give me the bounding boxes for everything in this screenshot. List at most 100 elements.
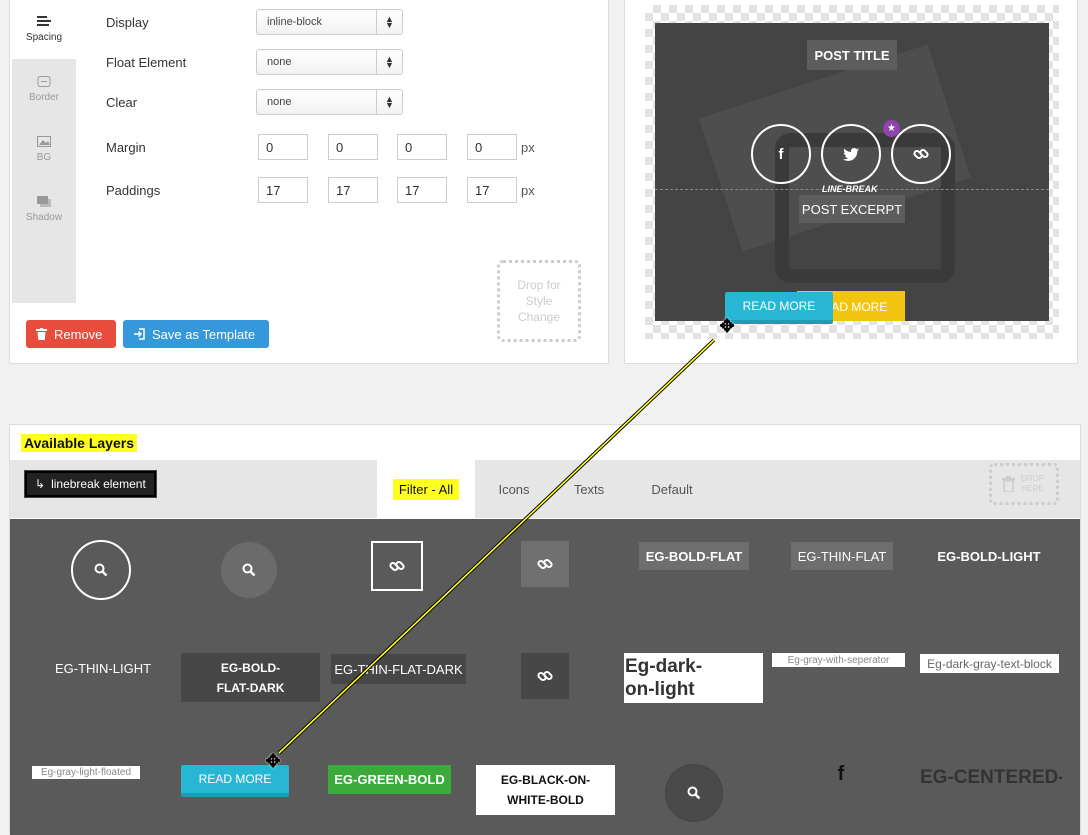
paddings-unit: px [521, 182, 535, 198]
margin-top-input[interactable]: 0 [258, 134, 308, 160]
layers-title: Available Layers [21, 434, 137, 452]
layer-facebook-icon[interactable]: f [828, 761, 854, 787]
clear-row: Clear none ▲ ▼ [106, 89, 403, 115]
display-select[interactable]: inline-block ▲ ▼ [256, 9, 403, 35]
side-tab-label: Shadow [25, 211, 63, 223]
display-row: Display inline-block ▲ ▼ [106, 9, 403, 35]
margin-left-input[interactable]: 0 [467, 134, 517, 160]
float-row: Float Element none ▲ ▼ [106, 49, 403, 75]
select-arrows-icon: ▲ ▼ [376, 10, 402, 34]
layer-search-circle-dark[interactable] [665, 764, 723, 822]
layer-eg-dark-on-light[interactable]: Eg-dark-on-light [624, 653, 763, 703]
drop-style-zone[interactable]: Drop for Style Change [497, 260, 581, 342]
side-tab-label: BG [36, 151, 52, 163]
tab-label: Icons [498, 481, 530, 497]
float-select[interactable]: none ▲ ▼ [256, 49, 403, 75]
layer-eg-thin-flat[interactable]: EG-THIN-FLAT [791, 542, 893, 570]
preview-post-excerpt[interactable]: POST EXCERPT [799, 195, 905, 223]
float-select-value: none [267, 56, 292, 68]
preview-panel: POST TITLE f ★ LINE-BREAK POST EXCERPT R… [624, 0, 1078, 364]
available-layers-panel: Available Layers ↳ linebreak element Fil… [9, 424, 1081, 835]
linebreak-element[interactable]: ↳ linebreak element [24, 470, 157, 498]
paddings-row: Paddings 17 17 17 17 px [106, 177, 535, 203]
image-icon [37, 135, 51, 147]
margin-row: Margin 0 0 0 0 px [106, 134, 535, 160]
margin-unit: px [521, 139, 535, 155]
margin-bottom-input[interactable]: 0 [397, 134, 447, 160]
layer-eg-dark-gray-text-block[interactable]: Eg-dark-gray-text-block [920, 654, 1059, 673]
save-as-template-button[interactable]: Save as Template [123, 320, 269, 348]
side-tab-spacing[interactable]: Spacing [12, 0, 76, 59]
twitter-icon[interactable] [821, 124, 881, 184]
move-cursor-icon: ✥ [719, 316, 735, 336]
layer-eg-thin-flat-dark[interactable]: EG-THIN-FLAT-DARK [331, 654, 466, 684]
layer-eg-bold-light[interactable]: EG-BOLD-LIGHT [933, 542, 1045, 570]
drop-here-trash-zone[interactable]: DROP HERE [989, 463, 1059, 505]
clear-label: Clear [106, 94, 138, 110]
preview-background-image: POST TITLE f ★ LINE-BREAK POST EXCERPT R… [655, 23, 1049, 321]
layer-link-square-dark[interactable] [521, 653, 569, 699]
layer-eg-thin-light[interactable]: EG-THIN-LIGHT [48, 654, 158, 682]
style-settings-panel: Spacing Border BG Shadow Display inline-… [9, 0, 609, 364]
float-label: Float Element [106, 54, 187, 70]
select-arrows-icon: ▲ ▼ [376, 50, 402, 74]
preview-canvas: POST TITLE f ★ LINE-BREAK POST EXCERPT R… [645, 5, 1059, 339]
padding-left-input[interactable]: 17 [467, 177, 517, 203]
layer-link-square-outline[interactable] [371, 541, 423, 591]
trash-icon [36, 328, 47, 340]
return-arrow-icon: ↳ [35, 477, 46, 491]
sign-in-icon [134, 328, 145, 340]
padding-bottom-input[interactable]: 17 [397, 177, 447, 203]
search-icon [94, 563, 108, 577]
link-icon [537, 670, 553, 682]
layers-grid: EG-BOLD-FLAT EG-THIN-FLAT EG-BOLD-LIGHT … [10, 519, 1080, 835]
tab-texts[interactable]: Texts [561, 460, 617, 518]
tab-label: Default [651, 481, 693, 497]
dragging-read-more[interactable]: READ MORE [725, 292, 833, 324]
preview-line-break-label: LINE-BREAK [822, 184, 878, 194]
side-tab-border[interactable]: Border [12, 59, 76, 119]
side-tab-shadow[interactable]: Shadow [12, 179, 76, 239]
layer-eg-centered-dark-extrabold[interactable]: EG-CENTERED-DARK-EXTRABOLD [920, 767, 1062, 817]
tab-icons[interactable]: Icons [484, 460, 544, 518]
chain-link-icon [913, 148, 929, 160]
side-tab-label: Border [28, 91, 59, 103]
linebreak-element-label: linebreak element [51, 477, 146, 491]
remove-button[interactable]: Remove [26, 320, 116, 348]
tab-default[interactable]: Default [638, 460, 706, 518]
layer-eg-green-bold[interactable]: EG-GREEN-BOLD [328, 765, 451, 794]
preview-post-title[interactable]: POST TITLE [807, 40, 897, 70]
clear-select[interactable]: none ▲ ▼ [256, 89, 403, 115]
select-arrows-icon: ▲ ▼ [376, 90, 402, 114]
layer-eg-bold-flat-dark[interactable]: EG-BOLD-FLAT-DARK [181, 653, 320, 702]
clear-select-value: none [267, 96, 292, 108]
remove-label: Remove [54, 326, 103, 342]
margin-label: Margin [106, 139, 146, 155]
side-tab-bg[interactable]: BG [12, 119, 76, 179]
layer-search-circle-filled[interactable] [221, 542, 277, 598]
paddings-label: Paddings [106, 182, 161, 198]
layer-eg-gray-with-seperator[interactable]: Eg-gray-with-seperator [772, 653, 905, 667]
tab-label: Filter - All [392, 478, 460, 500]
drop-here-label: DROP HERE [1020, 474, 1045, 493]
layer-link-square-filled[interactable] [521, 541, 569, 587]
layer-eg-bold-flat[interactable]: EG-BOLD-FLAT [639, 542, 749, 570]
margin-right-input[interactable]: 0 [328, 134, 378, 160]
tab-filter-all[interactable]: Filter - All [377, 460, 475, 518]
layer-search-circle-outline[interactable] [71, 540, 131, 600]
link-icon[interactable] [891, 124, 951, 184]
align-left-icon [37, 15, 51, 26]
layer-eg-gray-light-floated[interactable]: Eg-gray-light-floated [32, 766, 140, 779]
padding-top-input[interactable]: 17 [258, 177, 308, 203]
padding-right-input[interactable]: 17 [328, 177, 378, 203]
search-icon [242, 563, 256, 577]
facebook-icon[interactable]: f [751, 124, 811, 184]
move-cursor-icon: ✥ [265, 751, 281, 771]
style-side-tabs: Spacing Border BG Shadow [12, 0, 76, 303]
link-icon [537, 558, 553, 570]
border-icon [37, 75, 51, 87]
layer-eg-black-on-white-bold[interactable]: EG-BLACK-ON-WHITE-BOLD [476, 765, 615, 815]
side-tab-label: Spacing [25, 31, 63, 43]
shadow-icon [37, 195, 51, 207]
display-label: Display [106, 14, 149, 30]
